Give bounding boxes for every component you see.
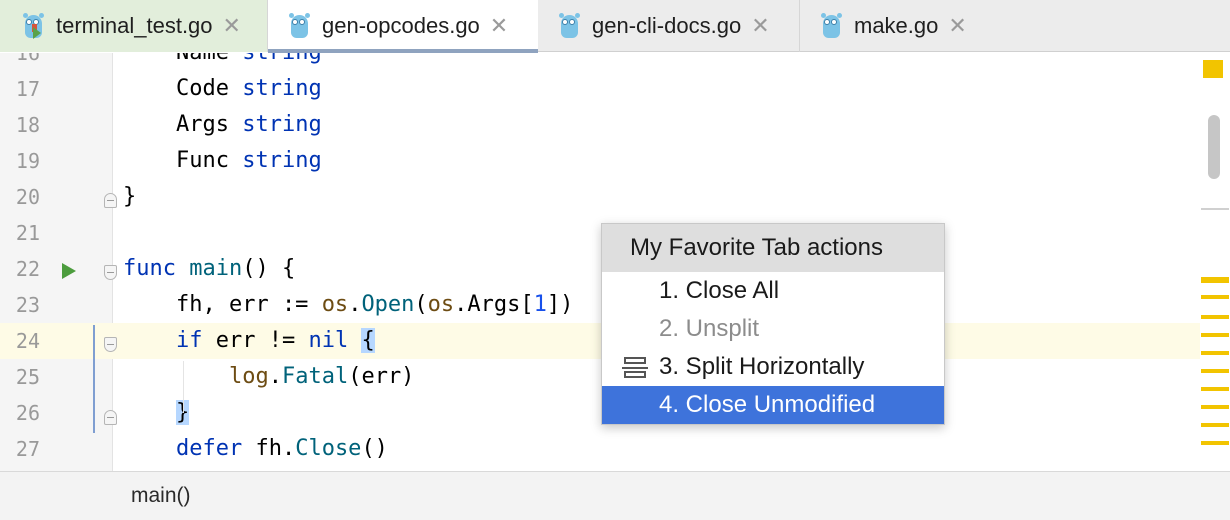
line-number: 24 xyxy=(15,329,40,353)
scroll-marker[interactable] xyxy=(1201,208,1229,210)
line-code: } xyxy=(123,184,137,209)
fold-start-icon[interactable] xyxy=(104,337,117,352)
tab-label: gen-cli-docs.go xyxy=(592,13,742,38)
tab-make[interactable]: make.go ✕ xyxy=(800,0,1000,52)
line-number: 16 xyxy=(15,53,40,65)
tab-gen-opcodes[interactable]: gen-opcodes.go ✕ xyxy=(268,0,538,53)
menu-item-unsplit[interactable]: 2. Unsplit xyxy=(602,310,944,348)
scrollbar-thumb[interactable] xyxy=(1208,115,1220,179)
gopher-test-icon xyxy=(22,12,44,40)
line-code: defer fh.Close() xyxy=(175,436,388,461)
run-icon[interactable] xyxy=(62,263,76,279)
scroll-marker[interactable] xyxy=(1201,441,1229,445)
code-line[interactable]: 19 Func string xyxy=(0,143,1200,179)
tab-actions-popup: My Favorite Tab actions 1. Close All 2. … xyxy=(601,223,945,425)
vcs-change-marker[interactable] xyxy=(93,325,95,433)
tab-terminal-test[interactable]: terminal_test.go ✕ xyxy=(0,0,268,52)
line-number: 17 xyxy=(15,77,40,101)
popup-title: My Favorite Tab actions xyxy=(602,224,944,272)
line-number: 19 xyxy=(15,149,40,173)
code-line[interactable]: 16 Name string xyxy=(0,53,1200,71)
menu-item-close-unmodified[interactable]: 4. Close Unmodified xyxy=(602,386,944,424)
gopher-icon xyxy=(820,12,842,40)
code-line[interactable]: 21 xyxy=(0,215,1200,251)
fold-end-icon[interactable] xyxy=(104,193,117,208)
line-code: } xyxy=(123,395,190,431)
scroll-marker[interactable] xyxy=(1201,295,1229,299)
line-code: log.Fatal(err) xyxy=(228,364,415,389)
scroll-marker[interactable] xyxy=(1201,333,1229,337)
scroll-marker[interactable] xyxy=(1201,277,1229,283)
fold-end-icon[interactable] xyxy=(104,410,117,425)
line-code: Args string xyxy=(123,112,322,137)
line-code: Code string xyxy=(123,76,322,101)
scroll-marker[interactable] xyxy=(1201,369,1229,373)
code-line[interactable]: 20} xyxy=(0,179,1200,215)
line-number: 23 xyxy=(15,293,40,317)
menu-item-label: 4. Close Unmodified xyxy=(659,391,876,418)
code-line[interactable]: 18 Args string xyxy=(0,107,1200,143)
scroll-marker[interactable] xyxy=(1201,405,1229,409)
scroll-marker[interactable] xyxy=(1201,423,1229,427)
line-number: 27 xyxy=(15,437,40,461)
line-number: 25 xyxy=(15,365,40,389)
tab-label: gen-opcodes.go xyxy=(322,13,480,38)
editor-tab-bar: terminal_test.go ✕ gen-opcodes.go ✕ gen-… xyxy=(0,0,1230,53)
line-code: func main() { xyxy=(123,256,296,281)
line-number: 21 xyxy=(15,221,40,245)
close-icon[interactable]: ✕ xyxy=(490,13,508,39)
breadcrumb-bar: main() xyxy=(0,471,1230,520)
inspection-status-icon[interactable] xyxy=(1203,60,1223,78)
line-number: 22 xyxy=(15,257,40,281)
line-number: 20 xyxy=(15,185,40,209)
scroll-marker[interactable] xyxy=(1201,351,1229,355)
menu-item-close-all[interactable]: 1. Close All xyxy=(602,272,944,310)
scroll-marker[interactable] xyxy=(1201,387,1229,391)
code-line[interactable]: 26 } xyxy=(0,395,1200,431)
menu-item-label: 2. Unsplit xyxy=(659,315,760,342)
menu-item-split-horizontally[interactable]: 3. Split Horizontally xyxy=(602,348,944,386)
code-line[interactable]: 23 fh, err := os.Open(os.Args[1]) xyxy=(0,287,1200,323)
fold-start-icon[interactable] xyxy=(104,265,117,280)
code-line[interactable]: 22 func main() { xyxy=(0,251,1200,287)
code-line[interactable]: 27 defer fh.Close() xyxy=(0,431,1200,467)
menu-item-label: 3. Split Horizontally xyxy=(659,353,865,380)
scroll-marker[interactable] xyxy=(1201,315,1229,319)
line-code: fh, err := os.Open(os.Args[1]) xyxy=(123,292,574,317)
menu-item-label: 1. Close All xyxy=(659,277,780,304)
tab-gen-cli-docs[interactable]: gen-cli-docs.go ✕ xyxy=(538,0,800,52)
indent-guide xyxy=(183,361,184,413)
breadcrumb[interactable]: main() xyxy=(131,472,191,520)
gopher-icon xyxy=(558,12,580,40)
close-icon[interactable]: ✕ xyxy=(948,13,966,39)
line-number: 18 xyxy=(15,113,40,137)
tab-label: make.go xyxy=(854,13,939,38)
gopher-icon xyxy=(288,12,310,40)
close-icon[interactable]: ✕ xyxy=(751,13,769,39)
line-code: Func string xyxy=(123,148,322,173)
tab-label: terminal_test.go xyxy=(56,13,213,38)
code-line[interactable]: 17 Code string xyxy=(0,71,1200,107)
line-code: if err != nil { xyxy=(175,328,375,353)
close-icon[interactable]: ✕ xyxy=(223,13,241,39)
line-number: 26 xyxy=(15,401,40,425)
line-code: Name string xyxy=(123,53,322,71)
split-horizontally-icon xyxy=(622,357,648,379)
code-line[interactable]: 25 log.Fatal(err) xyxy=(0,359,1200,395)
code-line[interactable]: 24 if err != nil { xyxy=(0,323,1200,359)
